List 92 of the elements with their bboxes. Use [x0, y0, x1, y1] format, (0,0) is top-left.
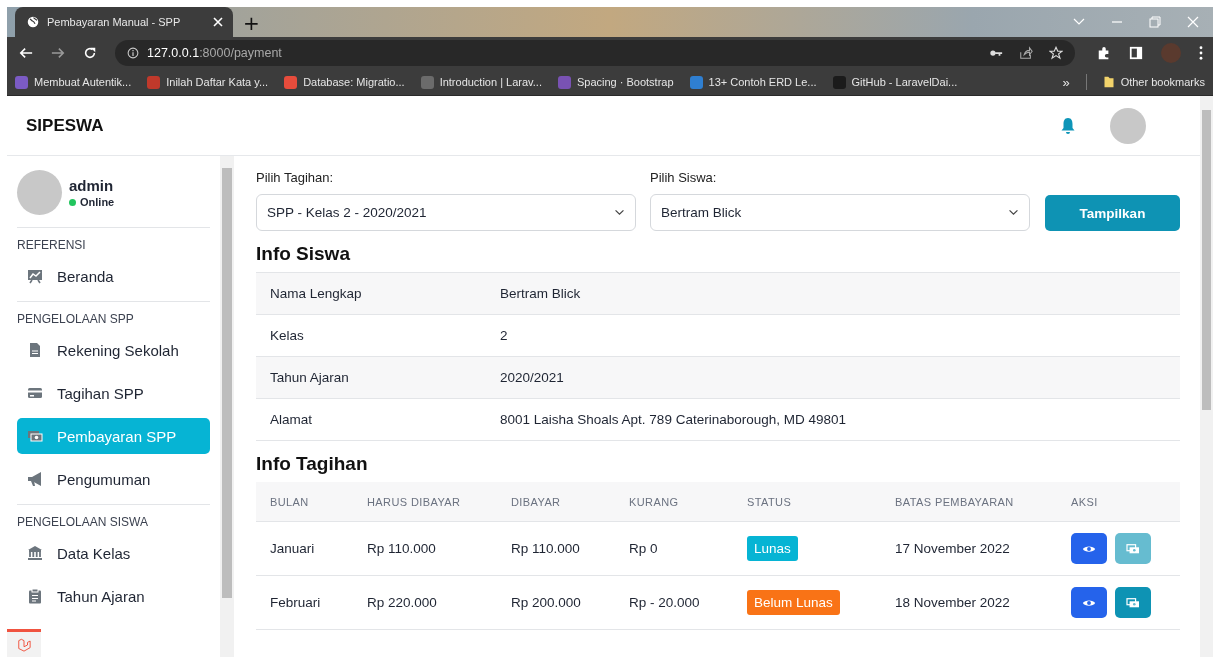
column-header: BATAS PEMBAYARAN: [895, 495, 1015, 508]
dropdown-field[interactable]: Bertram Blick: [650, 194, 1030, 231]
table-cell-text: Nama Lengkap: [270, 286, 363, 301]
info-icon: [127, 47, 139, 59]
puzzle-icon[interactable]: [1097, 46, 1111, 60]
table-cell: 17 November 2022: [895, 541, 1010, 556]
back-arrow-icon[interactable]: [19, 46, 33, 60]
bookmark-link[interactable]: GitHub - LaravelDai...: [832, 75, 958, 89]
table-cell: 18 November 2022: [895, 595, 1010, 610]
bookmark-link[interactable]: Database: Migratio...: [284, 75, 405, 89]
document-icon: [27, 342, 43, 358]
scrollbar[interactable]: [220, 156, 234, 657]
status-badge: Belum Lunas: [747, 590, 840, 615]
section-title: Info Tagihan: [256, 453, 369, 475]
user-name: admin: [69, 177, 115, 194]
bookmarks-overflow-button[interactable]: »: [1062, 74, 1070, 90]
bookmark-link[interactable]: Membuat Autentik...: [15, 75, 132, 89]
nav-item[interactable]: Beranda: [17, 258, 210, 294]
table-cell: 2020/2021: [500, 370, 564, 385]
folder-icon: [1102, 76, 1115, 88]
share-icon[interactable]: [1019, 46, 1033, 60]
column-header: DIBAYAR: [511, 495, 562, 508]
scrollbar[interactable]: [1200, 96, 1213, 657]
field-label: Pilih Tagihan:: [256, 170, 335, 185]
view-button[interactable]: [1071, 533, 1107, 564]
nav-item[interactable]: Pengumuman: [17, 461, 210, 497]
browser-tab[interactable]: Pembayaran Manual - SPP: [15, 7, 233, 37]
pay-button[interactable]: [1115, 587, 1151, 618]
money-icon: [1126, 596, 1140, 609]
tab-title: Pembayaran Manual - SPP: [47, 16, 182, 28]
table-cell-text: Alamat: [270, 412, 314, 427]
megaphone-icon: [27, 471, 43, 487]
bookmark-link[interactable]: Inilah Daftar Kata y...: [147, 75, 269, 89]
column-header: HARUS DIBAYAR: [367, 495, 462, 508]
money-icon: [27, 428, 43, 444]
money-icon: [1126, 542, 1140, 555]
presentation-chart-icon: [27, 268, 43, 284]
chevron-down-icon: [1008, 209, 1019, 216]
status-badge: Lunas: [747, 536, 798, 561]
table-cell-text: Tahun Ajaran: [270, 370, 350, 385]
bookmark-link[interactable]: Spacing · Bootstrap: [557, 75, 674, 89]
debugbar-badge[interactable]: [7, 629, 41, 657]
field-label: Pilih Siswa:: [650, 170, 718, 185]
user-avatar: [17, 170, 62, 215]
column-header: STATUS: [747, 495, 793, 508]
section-heading: PENGELOLAAN SISWA: [17, 515, 149, 529]
bookmark-link[interactable]: 13+ Contoh ERD Le...: [689, 75, 817, 89]
table-cell: Rp 110.000: [367, 541, 436, 556]
table-cell: 2: [500, 328, 508, 343]
clipboard-icon: [27, 588, 43, 604]
star-icon[interactable]: [1049, 46, 1063, 60]
table-cell: Rp 110.000: [511, 541, 580, 556]
table-cell: Rp 200.000: [511, 595, 581, 610]
bank-icon: [27, 545, 43, 561]
view-button[interactable]: [1071, 587, 1107, 618]
more-vertical-icon[interactable]: [1199, 46, 1203, 60]
table-cell: Februari: [270, 595, 321, 610]
table-cell: Rp 220.000: [367, 595, 437, 610]
address-bar[interactable]: 127.0.0.1:8000/payment: [115, 40, 1075, 66]
column-header: BULAN: [270, 495, 310, 508]
url-text: 127.0.0.1:8000/payment: [147, 46, 282, 60]
nav-item[interactable]: Tahun Ajaran: [17, 578, 210, 614]
table-cell: Januari: [270, 541, 315, 556]
other-bookmarks-link[interactable]: Other bookmarks: [1102, 76, 1205, 88]
bookmark-link[interactable]: Introduction | Larav...: [420, 75, 542, 89]
table-cell: Rp - 20.000: [629, 595, 700, 610]
side-panel-icon[interactable]: [1129, 46, 1143, 60]
reload-icon[interactable]: [83, 46, 97, 60]
table-cell: Bertram Blick: [500, 286, 581, 301]
nav-item[interactable]: Data Kelas: [17, 535, 210, 571]
credit-card-icon: [27, 385, 43, 401]
nav-item[interactable]: Rekening Sekolah: [17, 332, 210, 368]
close-icon[interactable]: [213, 17, 223, 27]
app-brand: SIPESWA: [26, 115, 105, 136]
dropdown-field[interactable]: SPP - Kelas 2 - 2020/2021: [256, 194, 636, 231]
forward-arrow-icon[interactable]: [51, 46, 65, 60]
new-tab-button[interactable]: +: [233, 11, 270, 35]
online-status: Online: [69, 196, 115, 208]
table-cell: 8001 Laisha Shoals Apt. 789 Caterinaborough, MD 49801: [500, 412, 846, 427]
cube-logo-icon: [17, 637, 31, 652]
show-button[interactable]: Tampilkan: [1045, 195, 1180, 231]
section-heading: PENGELOLAAN SPP: [17, 312, 135, 326]
globe-icon: [27, 16, 39, 28]
bell-icon[interactable]: [1060, 116, 1076, 135]
section-title: Info Siswa: [256, 243, 351, 265]
column-header: KURANG: [629, 495, 680, 508]
table-cell: Rp 0: [629, 541, 658, 556]
nav-item[interactable]: Tagihan SPP: [17, 375, 210, 411]
section-heading: REFERENSI: [17, 238, 87, 252]
table-cell-text: Kelas: [270, 328, 305, 343]
column-header: AKSI: [1071, 495, 1099, 508]
chevron-down-icon: [614, 209, 625, 216]
